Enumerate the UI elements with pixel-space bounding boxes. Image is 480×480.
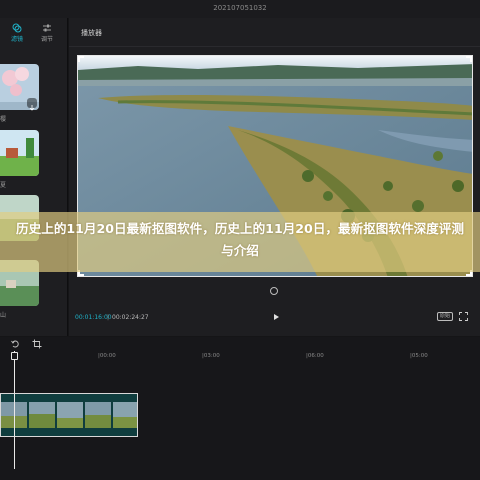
- crop-corner-handle[interactable]: [78, 56, 84, 62]
- undo-icon[interactable]: [10, 339, 20, 349]
- tab-filter[interactable]: 滤镜: [4, 20, 30, 46]
- title-bar: 202107051032: [0, 0, 480, 18]
- crop-icon[interactable]: [32, 339, 42, 349]
- video-clip[interactable]: [0, 393, 138, 437]
- time-separator: |: [107, 314, 110, 321]
- headline-text: 历史上的11月20日最新抠图软件，历史上的11月20日，最新抠图软件深度评测与介…: [16, 221, 464, 258]
- video-editor-app: 202107051032 滤镜 调节 樱 夏 山 播放器 00:01:16:00…: [0, 0, 480, 480]
- download-filter-button[interactable]: [27, 98, 37, 111]
- filter-label: 樱: [0, 116, 7, 123]
- ruler-label: |05:00: [410, 353, 428, 359]
- crop-corner-handle[interactable]: [466, 56, 472, 62]
- filter-item[interactable]: 夏: [0, 130, 68, 189]
- total-time: 00:02:24:27: [112, 314, 149, 321]
- timeline-panel: |00:00 |03:00 |06:00 |05:00: [0, 337, 480, 480]
- tab-adjust-label: 调节: [40, 36, 53, 43]
- rotate-handle[interactable]: [270, 287, 278, 295]
- player-panel: 播放器 00:01:16:00 | 00:02:24:27 原始: [69, 18, 480, 336]
- filter-icon: [12, 23, 22, 33]
- ruler-label: |00:00: [98, 353, 116, 359]
- tab-adjust[interactable]: 调节: [34, 20, 60, 46]
- fullscreen-icon[interactable]: [459, 312, 468, 321]
- filter-label: 夏: [0, 182, 7, 189]
- filter-thumbnail: [0, 130, 39, 176]
- headline-banner: 历史上的11月20日最新抠图软件，历史上的11月20日，最新抠图软件深度评测与介…: [0, 212, 480, 272]
- tab-filter-label: 滤镜: [10, 36, 23, 43]
- timeline-toolbar: [0, 337, 480, 351]
- clip-filmstrip: [1, 394, 137, 436]
- download-icon: [29, 105, 35, 111]
- effects-panel: 滤镜 调节 樱 夏 山: [0, 18, 68, 336]
- filter-label: 山: [0, 312, 7, 319]
- adjust-icon: [43, 24, 51, 32]
- play-icon[interactable]: [271, 312, 281, 322]
- divider: [69, 46, 480, 47]
- effects-tabs: 滤镜 调节: [0, 20, 68, 46]
- filter-item[interactable]: 樱: [0, 64, 68, 123]
- playhead-handle[interactable]: [11, 352, 18, 360]
- ruler-label: |03:00: [202, 353, 220, 359]
- aspect-ratio-button[interactable]: 原始: [437, 312, 453, 321]
- ruler-label: |06:00: [306, 353, 324, 359]
- player-title: 播放器: [81, 29, 102, 37]
- project-name: 202107051032: [213, 4, 267, 12]
- playhead[interactable]: [14, 351, 15, 469]
- timeline-ruler: |00:00 |03:00 |06:00 |05:00: [0, 353, 480, 363]
